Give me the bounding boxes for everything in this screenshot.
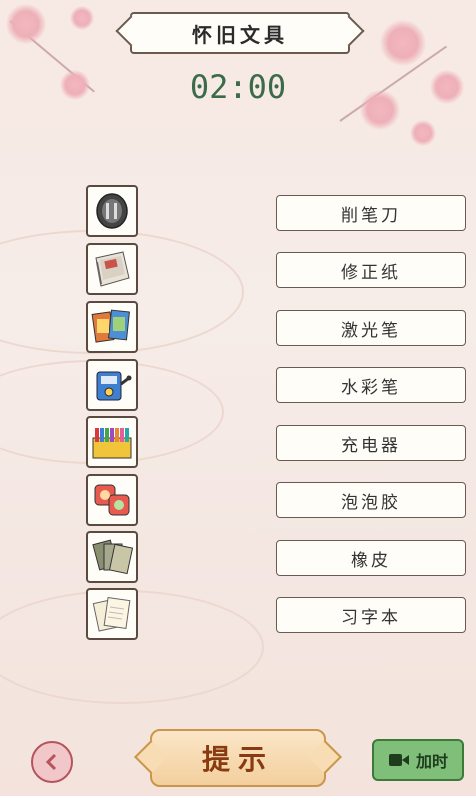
item-card-1[interactable]: [86, 185, 138, 237]
picture-cards-icon: [91, 309, 130, 343]
item-card-5[interactable]: [86, 416, 138, 468]
answer-option-8[interactable]: 习字本: [276, 597, 466, 633]
item-card-8[interactable]: [86, 588, 138, 640]
answer-option-3[interactable]: 激光笔: [276, 310, 466, 346]
add-time-button[interactable]: 加时: [372, 739, 464, 781]
title-banner: 怀旧文具: [130, 12, 350, 54]
answer-option-2[interactable]: 修正纸: [276, 252, 466, 288]
hint-button[interactable]: 提示: [150, 729, 326, 787]
sharpener-machine-icon: [96, 371, 132, 401]
crayon-box-icon: [92, 428, 132, 459]
pencil-sharpener-icon: [96, 193, 128, 229]
back-button[interactable]: [31, 741, 73, 783]
hint-button-label: 提示: [201, 743, 274, 776]
item-card-7[interactable]: [86, 531, 138, 583]
add-time-label: 加时: [415, 752, 448, 771]
video-icon: [388, 754, 409, 766]
countdown-timer: 02:00: [189, 68, 287, 106]
item-card-6[interactable]: [86, 474, 138, 526]
answer-option-4[interactable]: 水彩笔: [276, 367, 466, 403]
erasers-icon: [94, 484, 130, 516]
paper-sheets-icon: [92, 597, 131, 632]
answer-option-1[interactable]: 削笔刀: [276, 195, 466, 231]
answer-option-5[interactable]: 充电器: [276, 425, 466, 461]
card-stack-icon: [92, 539, 134, 575]
item-card-2[interactable]: [86, 243, 138, 295]
item-card-4[interactable]: [86, 359, 138, 411]
answer-option-7[interactable]: 橡皮: [276, 540, 466, 576]
notebook-icon: [95, 251, 130, 287]
page-title: 怀旧文具: [192, 22, 288, 47]
chevron-left-icon: [45, 753, 57, 771]
item-card-3[interactable]: [86, 301, 138, 353]
answer-option-6[interactable]: 泡泡胶: [276, 482, 466, 518]
